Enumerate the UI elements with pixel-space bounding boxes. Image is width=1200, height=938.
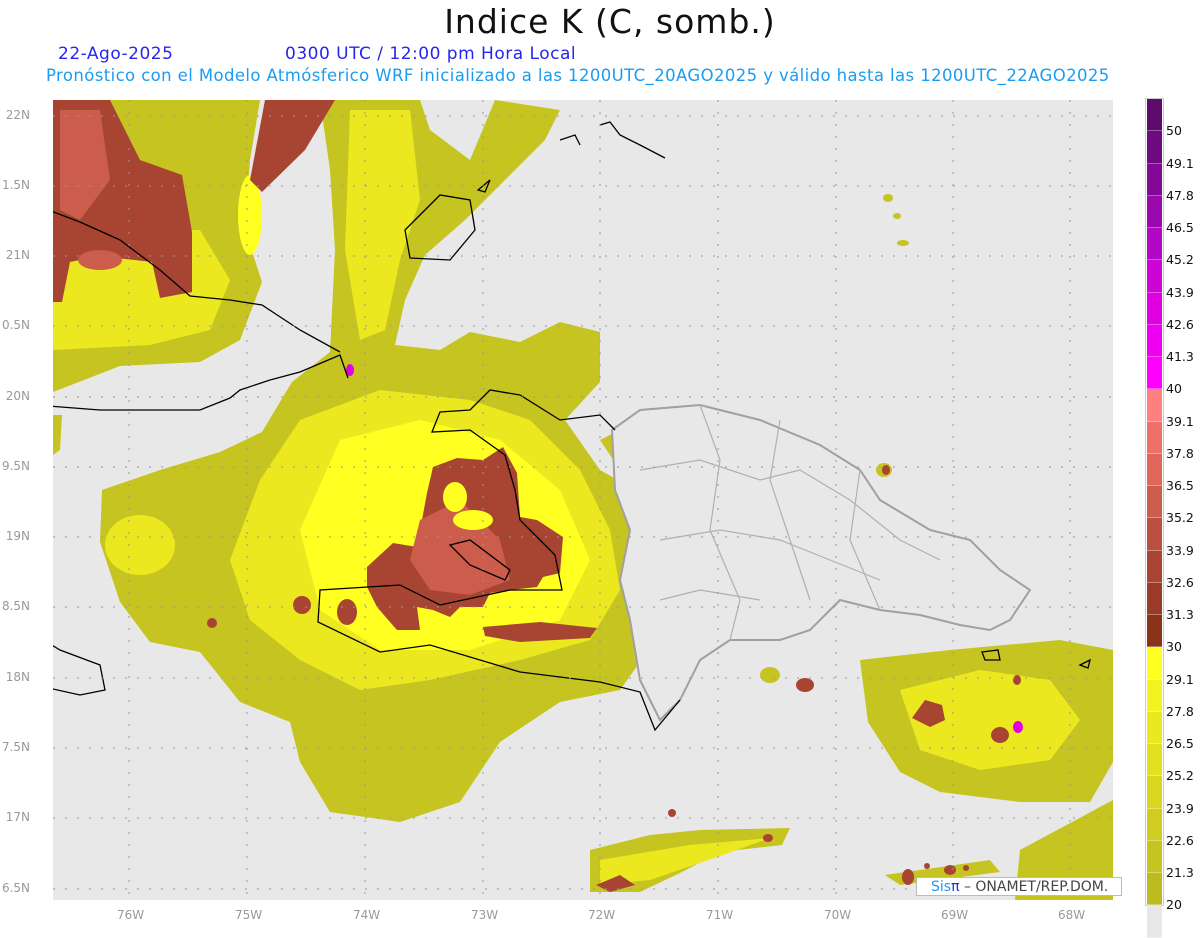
colorbar-label: 50: [1166, 123, 1182, 139]
colorbar-segment: [1147, 486, 1162, 519]
colorbar-label: 45.2: [1166, 252, 1194, 268]
colorbar-label: 36.5: [1166, 478, 1194, 493]
colorbar-label: 32.6: [1166, 574, 1194, 590]
colorbar-segment: [1147, 873, 1162, 906]
colorbar-label: 43.9: [1166, 284, 1194, 300]
lon-label: 75W: [235, 908, 263, 922]
lat-label: 8.5N: [1, 599, 30, 613]
colorbar-label: 20: [1166, 897, 1182, 913]
colorbar-segment: [1147, 905, 1162, 938]
colorbar-label: 29.1: [1166, 671, 1194, 687]
lon-label: 73W: [471, 908, 499, 922]
colorbar-label: 46.5: [1166, 220, 1194, 235]
colorbar-segment: [1147, 357, 1162, 390]
lat-label: 18N: [5, 670, 30, 684]
colorbar-label: 26.5: [1166, 736, 1194, 751]
colorbar-segment: [1147, 550, 1162, 583]
lat-label: 0.5N: [1, 318, 30, 332]
lat-label: 6.5N: [1, 881, 30, 895]
colorbar-segment: [1147, 260, 1162, 293]
lon-label: 74W: [353, 908, 381, 922]
lon-label: 68W: [1058, 908, 1086, 922]
colorbar-label: 21.3: [1166, 865, 1194, 880]
credit-pi: π: [951, 879, 960, 895]
lon-label: 70W: [824, 908, 852, 922]
colorbar-segment: [1147, 647, 1162, 680]
colorbar-segment: [1147, 292, 1162, 325]
colorbar-label: 35.2: [1166, 510, 1194, 526]
colorbar-segment: [1147, 711, 1162, 744]
colorbar-label: 33.9: [1166, 542, 1194, 558]
lat-label: 7.5N: [1, 740, 30, 754]
lon-label: 72W: [588, 908, 616, 922]
colorbar-segment: [1147, 421, 1162, 454]
colorbar-segment: [1147, 582, 1162, 615]
colorbar-label: 23.9: [1166, 800, 1194, 816]
colorbar-label: 37.8: [1166, 445, 1194, 461]
colorbar-segment: [1147, 131, 1162, 164]
colorbar-label: 30: [1166, 639, 1182, 655]
colorbar-segment: [1147, 228, 1162, 261]
lat-label: 1.5N: [1, 178, 30, 192]
k-index-map: [53, 100, 1113, 900]
colorbar-segment: [1147, 840, 1162, 873]
colorbar-segment: [1147, 195, 1162, 228]
credit-org: – ONAMET/REP.DOM.: [959, 879, 1109, 895]
colorbar-segment: [1147, 679, 1162, 712]
colorbar-label: 40: [1166, 381, 1182, 397]
colorbar-segment: [1147, 163, 1162, 196]
colorbar-segment: [1147, 615, 1162, 648]
lat-label: 22N: [5, 108, 30, 122]
colorbar-label: 47.8: [1166, 187, 1194, 203]
lat-label: 17N: [5, 810, 30, 824]
lat-label: 9.5N: [1, 459, 30, 473]
colorbar-segment: [1147, 389, 1162, 422]
lat-label: 19N: [5, 529, 30, 543]
lon-label: 76W: [117, 908, 145, 922]
colorbar-label: 25.2: [1166, 768, 1194, 784]
colorbar-segment: [1147, 453, 1162, 486]
colorbar-segment: [1147, 324, 1162, 357]
lon-label: 71W: [706, 908, 734, 922]
colorbar-segment: [1147, 518, 1162, 551]
colorbar-label: 31.3: [1166, 607, 1194, 622]
colorbar-segment: [1147, 744, 1162, 777]
colorbar-label: 49.1: [1166, 155, 1194, 171]
credit-sis: Sis: [931, 879, 952, 895]
colorbar-segment: [1147, 99, 1162, 132]
colorbar-label: 39.1: [1166, 413, 1194, 429]
colorbar-label: 41.3: [1166, 349, 1194, 364]
colorbar-label: 22.6: [1166, 832, 1194, 848]
lon-label: 69W: [941, 908, 969, 922]
colorbar-label: 42.6: [1166, 316, 1194, 332]
lat-label: 20N: [5, 389, 30, 403]
lat-label: 21N: [5, 248, 30, 262]
credit-box: Sisπ – ONAMET/REP.DOM.: [916, 877, 1122, 896]
colorbar-segment: [1147, 808, 1162, 841]
colorbar-label: 27.8: [1166, 703, 1194, 719]
colorbar-segment: [1147, 776, 1162, 809]
